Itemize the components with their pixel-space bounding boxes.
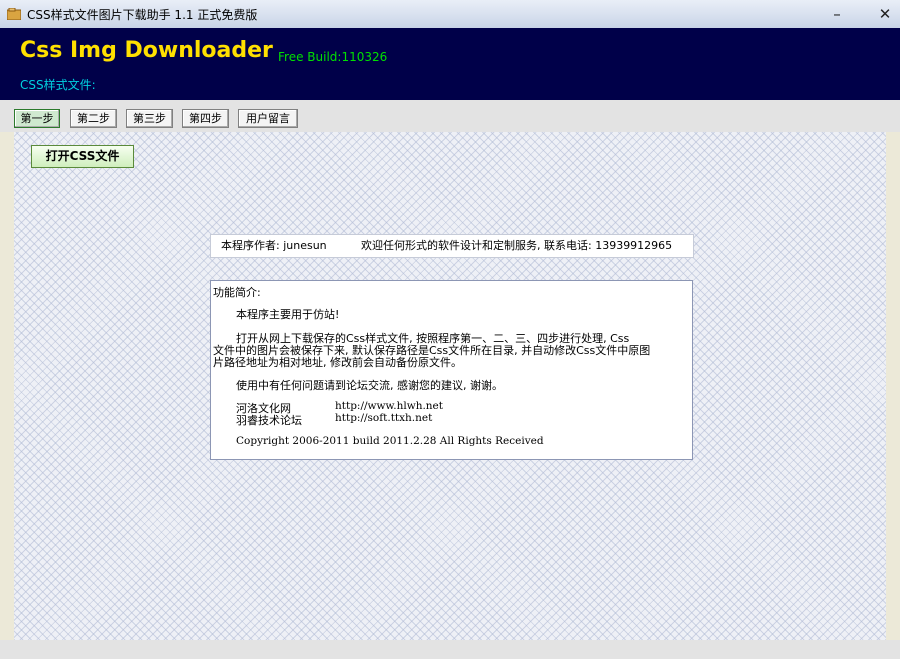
css-file-label: CSS样式文件: (20, 78, 96, 92)
app-name: Css Img Downloader (20, 38, 273, 63)
tab-user-messages[interactable]: 用户留言 (238, 109, 298, 128)
tab-step-4[interactable]: 第四步 (182, 109, 229, 128)
service-contact: 欢迎任何形式的软件设计和定制服务, 联系电话: 13939912965 (361, 239, 673, 252)
window-bottom (0, 640, 900, 659)
tab-step-1[interactable]: 第一步 (14, 109, 60, 128)
intro-heading: 功能简介: (213, 286, 261, 299)
app-header: Css Img Downloader Free Build:110326 CSS… (0, 28, 900, 100)
app-icon (7, 8, 21, 20)
open-css-file-button[interactable]: 打开CSS文件 (31, 145, 134, 168)
author-name: 本程序作者: junesun (221, 239, 327, 252)
minimize-button[interactable]: – (826, 4, 848, 24)
author-info-box: 本程序作者: junesun 欢迎任何形式的软件设计和定制服务, 联系电话: 1… (210, 234, 694, 258)
window-title: CSS样式文件图片下载助手 1.1 正式免费版 (27, 8, 258, 22)
step-tabs: 第一步 第二步 第三步 第四步 用户留言 (0, 100, 900, 132)
build-label: Free Build:110326 (278, 50, 388, 64)
intro-para2-line3: 片路径地址为相对地址, 修改前会自动备份原文件。 (213, 356, 462, 369)
tab-step-3[interactable]: 第三步 (126, 109, 173, 128)
feature-intro-box: 功能简介: 本程序主要用于仿站! 打开从网上下载保存的Css样式文件, 按照程序… (210, 280, 693, 460)
site1-url[interactable]: http://www.hlwh.net (335, 400, 443, 412)
intro-para3: 使用中有任何问题请到论坛交流, 感谢您的建议, 谢谢。 (236, 379, 503, 392)
tab-step-2[interactable]: 第二步 (70, 109, 117, 128)
intro-line-purpose: 本程序主要用于仿站! (236, 308, 340, 321)
title-bar[interactable]: CSS样式文件图片下载助手 1.1 正式免费版 – ✕ (0, 0, 900, 29)
site2-url[interactable]: http://soft.ttxh.net (335, 412, 432, 424)
close-button[interactable]: ✕ (874, 4, 896, 24)
app-window: CSS样式文件图片下载助手 1.1 正式免费版 – ✕ Css Img Down… (0, 0, 900, 659)
copyright-text: Copyright 2006-2011 build 2011.2.28 All … (236, 435, 544, 447)
site2-name: 羽睿技术论坛 (236, 414, 302, 427)
